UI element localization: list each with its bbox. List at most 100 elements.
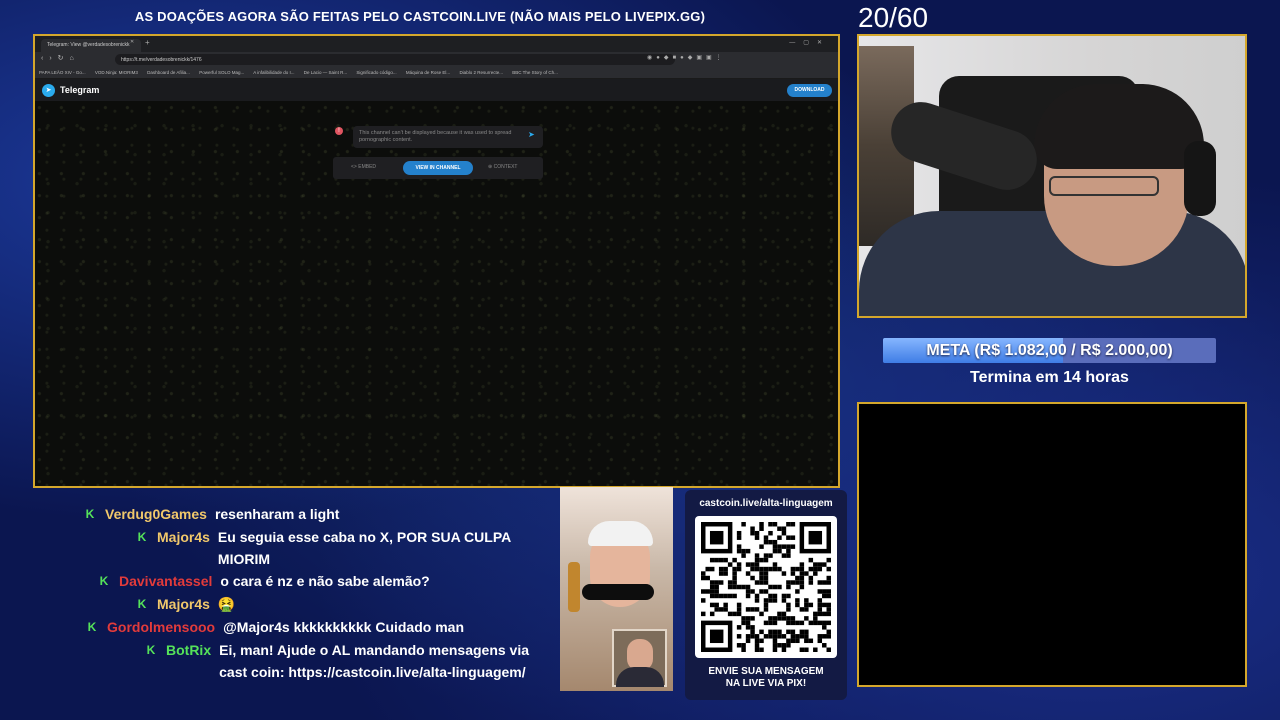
qr-module [808,602,814,608]
qr-module [741,584,746,590]
qr-module [750,625,755,630]
qr-module [705,566,710,572]
bookmark-item[interactable]: PAPA LEÃO XIV - Go... [39,70,86,75]
qr-module [799,647,805,652]
qr-module [786,638,791,644]
qr-module [718,593,724,599]
bookmark-item[interactable]: Máquina de Rose El... [406,70,450,75]
qr-module [727,611,733,617]
chat-message: K Gordolmensooo @Major4s kkkkkkkkkk Cuid… [86,616,558,638]
context-label: CONTEXT [493,164,518,170]
telegram-brand[interactable]: Telegram [60,85,99,95]
qr-module [777,611,782,617]
qr-module [768,553,773,558]
bookmark-item[interactable]: Significado código... [356,70,396,75]
bookmark-item[interactable]: BBC The Story of Ch... [512,70,558,75]
chat-username[interactable]: Gordolmensooo [107,616,215,638]
download-button[interactable]: DOWNLOAD [787,84,832,97]
qr-module [763,602,769,608]
chat-username[interactable]: Major4s [157,526,210,570]
qr-module [759,522,764,527]
qr-module [781,598,787,603]
qr-module [768,634,773,639]
context-button[interactable]: ⊕ CONTEXT [488,164,517,170]
qr-module [772,598,778,603]
tab-title: Telegram: View @verdadesobrenickk [47,42,130,48]
qr-module [718,566,724,572]
qr-module [768,584,773,590]
qr-module [777,643,782,648]
qr-module [781,611,787,617]
chat-username[interactable]: Verdug0Games [105,503,207,525]
qr-module [718,557,724,563]
qr-code[interactable] [695,516,837,658]
qr-module [817,580,823,585]
bookmark-item[interactable]: Dashboard de Afilia... [147,70,190,75]
qr-module [754,647,760,652]
qr-module [813,620,818,626]
qr-module [768,530,773,536]
qr-module [799,571,805,576]
qr-module [786,544,791,549]
qr-module [822,625,827,630]
qr-url: castcoin.live/alta-linguagem [699,498,833,509]
qr-module [750,562,755,567]
address-bar[interactable]: https://t.me/verdadesobrenickk/1476 [115,54,675,65]
qr-module [736,530,742,536]
qr-module [750,634,755,639]
window-controls[interactable]: —▢✕ [789,39,830,46]
meme-bottle [568,562,580,612]
qr-module [817,638,823,644]
telegram-send-icon: ➤ [528,130,535,139]
qr-module [813,647,818,652]
chat-username[interactable]: Davivantassel [119,570,212,592]
qr-module [763,607,769,612]
qr-module [741,620,746,626]
qr-module [741,647,746,652]
extension-icons[interactable]: ◉●◆■●◆▣▣⋮ [647,54,726,61]
qr-module [795,620,800,626]
qr-module [732,566,737,572]
cam-streamer-hair [1034,84,1204,169]
bookmark-item[interactable]: Powerful SOLO Mag... [199,70,244,75]
meme-image [560,487,673,691]
qr-module [799,634,805,639]
qr-module [763,539,769,545]
chat-username[interactable]: BotRix [166,639,211,683]
close-tab-icon[interactable]: ✕ [130,39,134,45]
qr-module [781,553,787,558]
new-tab-icon[interactable]: + [145,38,150,47]
qr-module [723,602,728,608]
qr-module [701,589,706,594]
qr-module [790,566,796,572]
embed-button[interactable]: <> EMBED [351,164,376,170]
qr-module [745,584,751,590]
cam-headphones [1184,141,1216,216]
qr-module [754,557,760,563]
qr-module [736,643,742,648]
qr-module [772,638,778,644]
alert-icon: ! [335,127,343,135]
qr-module [736,566,742,572]
bookmark-item[interactable]: VOD.Ninja: MIORIM3 [95,70,138,75]
qr-module [826,557,831,563]
qr-module [732,557,737,563]
bookmark-item[interactable]: A infalibilidade do I... [253,70,294,75]
qr-module [772,566,778,572]
qr-module [799,607,805,612]
qr-module [817,566,823,572]
bookmark-item[interactable]: De Lacio — Saint R... [304,70,347,75]
bookmark-item[interactable]: Diablo 2 Resurrecte... [459,70,503,75]
qr-module [763,589,769,594]
qr-module [732,611,737,617]
qr-module [822,593,827,599]
view-in-channel-button[interactable]: VIEW IN CHANNEL [403,161,473,175]
qr-module [826,580,831,585]
chat-username[interactable]: Major4s [157,593,210,615]
qr-module [804,602,809,608]
telegram-logo-icon[interactable]: ➤ [42,84,55,97]
qr-module [763,535,769,540]
nav-buttons[interactable]: ‹›↻⌂ [41,54,80,62]
browser-tab[interactable]: Telegram: View @verdadesobrenickk [41,39,141,52]
qr-module [768,539,773,545]
